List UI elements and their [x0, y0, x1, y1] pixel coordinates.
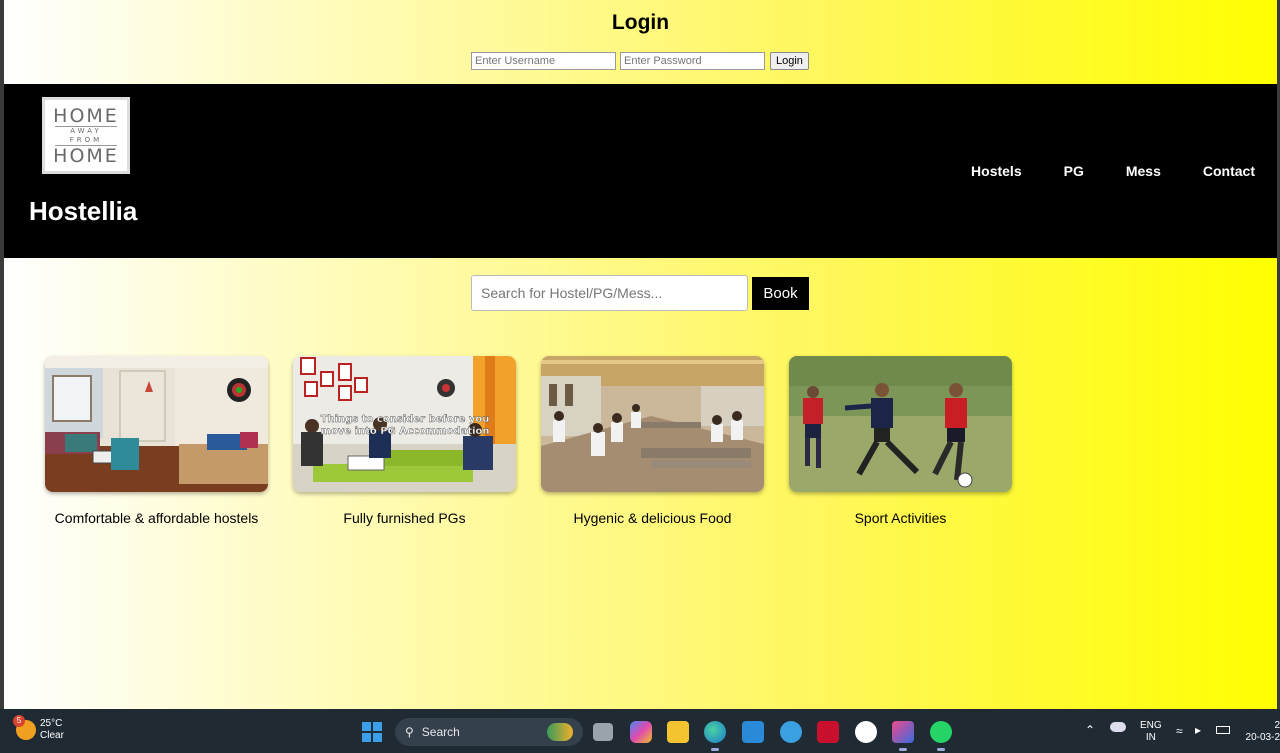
hostel-room-image — [45, 356, 268, 492]
nav-pg[interactable]: PG — [1064, 163, 1084, 179]
search-highlight-icon — [547, 723, 573, 741]
card-pg[interactable]: Things to consider before you move into … — [293, 356, 516, 526]
book-button[interactable]: Book — [752, 276, 809, 310]
card-caption: Hygenic & delicious Food — [573, 510, 732, 526]
logo-text-bottom: HOME — [53, 144, 119, 167]
pg-image-overlay-line2: move into PG Accommodation — [320, 426, 489, 437]
copilot-icon[interactable] — [630, 721, 652, 743]
card-hostels[interactable]: Comfortable & affordable hostels — [45, 356, 268, 526]
nav-mess[interactable]: Mess — [1126, 163, 1161, 179]
weather-widget[interactable]: 5 25°C Clear — [13, 715, 64, 742]
region-label: IN — [1145, 732, 1156, 743]
pg-image-overlay-line1: Things to consider before you — [321, 414, 490, 425]
cloud-icon[interactable] — [1110, 722, 1126, 732]
settings-app-icon[interactable] — [780, 721, 802, 743]
card-sports[interactable]: Sport Activities — [789, 356, 1012, 526]
logo-text-top: HOME — [53, 104, 119, 127]
card-caption: Sport Activities — [854, 510, 947, 526]
main-nav: Hostels PG Mess Contact — [929, 163, 1255, 179]
logo-text-away: AWAY — [70, 126, 102, 135]
task-view-icon[interactable] — [593, 723, 613, 741]
feature-cards: Comfortable & affordable hostels Things … — [45, 356, 1012, 526]
store-icon[interactable] — [742, 721, 764, 743]
mcafee-icon[interactable] — [817, 721, 839, 743]
weather-condition: Clear — [40, 730, 64, 741]
mess-hall-image — [541, 356, 764, 492]
login-button[interactable]: Login — [770, 52, 809, 70]
clock-date: 20-03-2 — [1245, 732, 1280, 743]
whatsapp-icon[interactable] — [930, 721, 952, 751]
password-input[interactable] — [620, 52, 765, 70]
taskbar: 5 25°C Clear ⚲ Search ⌃ ENG IN ≈ ▸ 2 20-… — [0, 709, 1280, 753]
nav-hostels[interactable]: Hostels — [971, 163, 1022, 179]
brand-name: Hostellia — [29, 196, 138, 226]
nav-contact[interactable]: Contact — [1203, 163, 1255, 179]
language-indicator[interactable]: ENG IN — [1140, 720, 1162, 744]
web-page: Login Login HOME AWAY FROM HOME Hostelli… — [4, 0, 1277, 709]
taskbar-search-label: Search — [421, 725, 460, 739]
clock-time: 2 — [1274, 720, 1280, 731]
login-title: Login — [611, 11, 670, 34]
search-bar: Book — [471, 275, 809, 311]
edge-browser-icon[interactable] — [704, 721, 726, 751]
search-input[interactable] — [471, 275, 748, 311]
card-caption: Comfortable & affordable hostels — [54, 510, 259, 526]
language-label: ENG — [1140, 720, 1162, 731]
site-logo[interactable]: HOME AWAY FROM HOME — [42, 97, 130, 174]
file-explorer-icon[interactable] — [667, 721, 689, 743]
notification-badge: 5 — [13, 715, 25, 727]
logo-text-middle: AWAY FROM — [55, 125, 117, 146]
chevron-up-icon[interactable]: ⌃ — [1085, 723, 1095, 737]
clock[interactable]: 2 20-03-2 — [1244, 720, 1280, 744]
windows-start-icon[interactable] — [362, 722, 382, 742]
weather-temperature: 25°C — [40, 718, 63, 729]
pg-accommodation-image: Things to consider before you move into … — [293, 356, 516, 492]
weather-sun-icon: 5 — [13, 715, 36, 740]
taskbar-search[interactable]: ⚲ Search — [395, 718, 583, 746]
card-caption: Fully furnished PGs — [343, 510, 466, 526]
intellij-icon[interactable] — [892, 721, 914, 751]
username-input[interactable] — [471, 52, 616, 70]
site-header: HOME AWAY FROM HOME Hostellia Hostels PG… — [4, 84, 1277, 258]
wifi-icon[interactable]: ≈ — [1176, 724, 1183, 738]
search-icon: ⚲ — [405, 725, 414, 739]
app-u-icon[interactable] — [855, 721, 877, 743]
battery-icon[interactable] — [1216, 726, 1230, 734]
speaker-icon[interactable]: ▸ — [1195, 723, 1201, 737]
card-food[interactable]: Hygenic & delicious Food — [541, 356, 764, 526]
logo-text-from: FROM — [69, 135, 103, 144]
soccer-players-image — [789, 356, 1012, 492]
login-form: Login — [471, 52, 809, 70]
